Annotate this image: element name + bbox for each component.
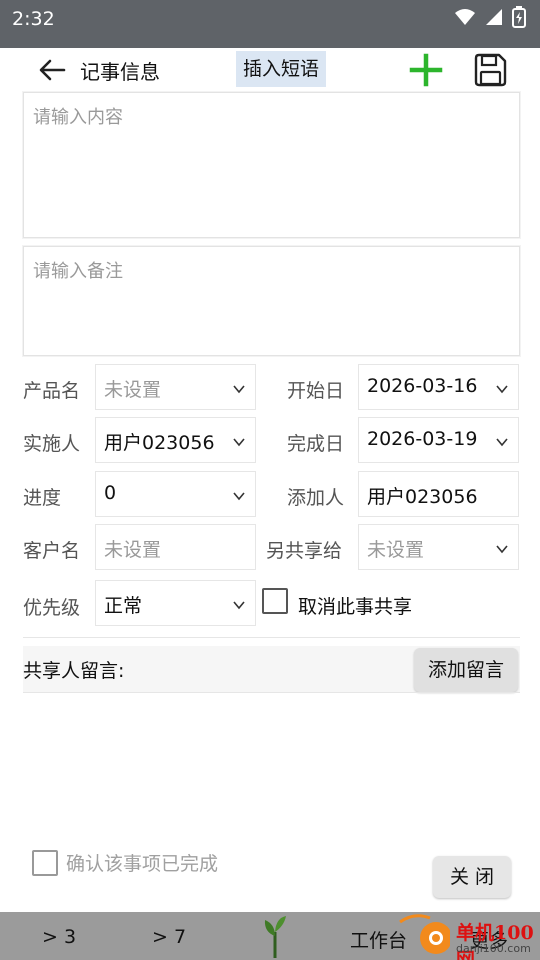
page-title: 记事信息 — [80, 60, 160, 84]
nav-item-2[interactable]: > 7 — [152, 926, 186, 948]
app-bar: 记事信息 插入短语 — [0, 48, 540, 92]
customer-input[interactable]: 未设置 — [95, 524, 256, 570]
chevron-down-icon — [496, 545, 508, 554]
share-to-select[interactable]: 未设置 — [358, 524, 519, 570]
start-date-select[interactable]: 2026-03-16 — [358, 364, 519, 410]
watermark: 单机100网 danji100.com — [392, 912, 540, 960]
back-arrow-icon[interactable] — [36, 56, 68, 84]
assignee-select[interactable]: 用户023056 — [95, 417, 256, 463]
progress-select[interactable]: 0 — [95, 471, 256, 517]
chevron-down-icon — [496, 438, 508, 447]
save-icon[interactable] — [472, 52, 508, 88]
start-date-value: 2026-03-16 — [367, 375, 478, 397]
share-to-label: 另共享给 — [266, 540, 343, 562]
finish-date-value: 2026-03-19 — [367, 428, 478, 450]
finish-date-select[interactable]: 2026-03-19 — [358, 417, 519, 463]
start-date-label: 开始日 — [287, 380, 345, 402]
confirm-done-checkbox[interactable] — [32, 850, 58, 876]
insert-phrase-button[interactable]: 插入短语 — [236, 51, 327, 87]
creator-value: 用户023056 — [367, 486, 478, 508]
add-comment-button[interactable]: 添加留言 — [413, 648, 518, 692]
signal-icon — [486, 9, 502, 25]
comments-bar: 共享人留言: 添加留言 — [23, 646, 520, 692]
priority-value: 正常 — [104, 595, 143, 617]
watermark-sub: danji100.com — [456, 942, 531, 955]
priority-label: 优先级 — [23, 597, 81, 619]
progress-value: 0 — [104, 482, 117, 504]
finish-date-label: 完成日 — [287, 433, 345, 455]
creator-field: 用户023056 — [358, 471, 519, 517]
chevron-down-icon — [233, 601, 245, 610]
divider — [23, 637, 520, 638]
assignee-label: 实施人 — [23, 433, 81, 455]
chevron-down-icon — [233, 385, 245, 394]
cancel-share-checkbox[interactable] — [262, 588, 288, 614]
creator-label: 添加人 — [287, 487, 345, 509]
close-button[interactable]: 关 闭 — [433, 856, 511, 898]
remark-placeholder: 请输入备注 — [33, 261, 123, 282]
progress-label: 进度 — [23, 487, 62, 509]
divider — [23, 692, 520, 693]
content-placeholder: 请输入内容 — [33, 107, 123, 128]
plant-icon[interactable] — [262, 914, 288, 958]
watermark-logo-icon — [399, 914, 450, 954]
share-to-value: 未设置 — [367, 539, 425, 561]
priority-select[interactable]: 正常 — [95, 580, 256, 626]
comments-label: 共享人留言: — [23, 660, 125, 682]
product-value: 未设置 — [104, 379, 162, 401]
confirm-done-label: 确认该事项已完成 — [66, 853, 219, 875]
chevron-down-icon — [233, 492, 245, 501]
product-select[interactable]: 未设置 — [95, 364, 256, 410]
chevron-down-icon — [233, 438, 245, 447]
status-time: 2:32 — [12, 8, 55, 30]
content-input[interactable]: 请输入内容 — [23, 92, 520, 238]
customer-value: 未设置 — [104, 539, 162, 561]
assignee-value: 用户023056 — [104, 432, 215, 454]
chevron-down-icon — [496, 385, 508, 394]
wifi-icon — [455, 9, 475, 25]
nav-item-1[interactable]: > 3 — [42, 926, 76, 948]
product-label: 产品名 — [23, 380, 81, 402]
cancel-share-label: 取消此事共享 — [298, 596, 413, 618]
add-icon[interactable] — [408, 52, 444, 88]
remark-input[interactable]: 请输入备注 — [23, 246, 520, 356]
battery-icon — [512, 6, 526, 28]
customer-label: 客户名 — [23, 540, 81, 562]
status-bar: 2:32 — [0, 0, 540, 48]
